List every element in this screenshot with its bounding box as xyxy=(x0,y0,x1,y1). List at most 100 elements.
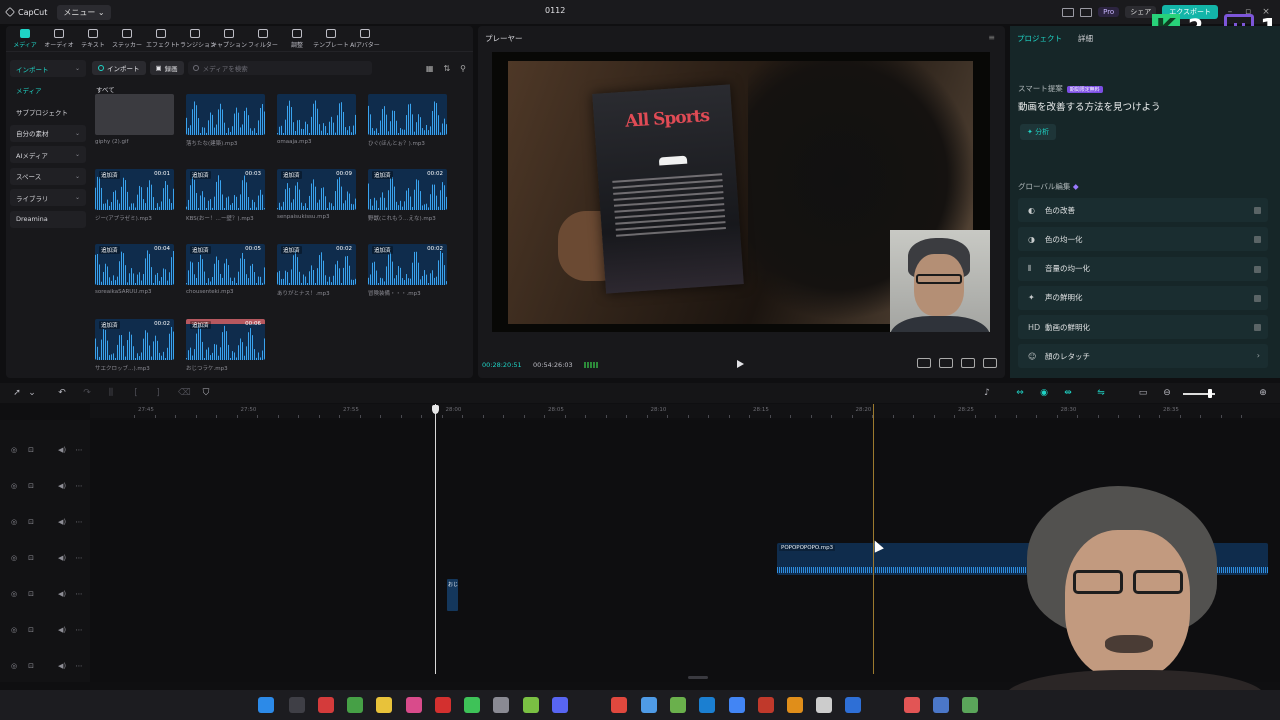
taskbar-app-icon[interactable] xyxy=(962,697,978,713)
media-card[interactable]: 追加済 00:02 冒険装備・・・.mp3 xyxy=(368,244,447,311)
eye-icon[interactable]: ◎ xyxy=(10,446,18,454)
snap-icon[interactable]: ⇋ xyxy=(1096,388,1106,398)
toggle-switch[interactable] xyxy=(1254,324,1261,332)
taskbar-app-icon[interactable] xyxy=(552,697,568,713)
global-edit-item-5[interactable]: ☺ 顔のレタッチ › xyxy=(1018,344,1268,369)
global-edit-item-1[interactable]: ◑ 色の均一化 xyxy=(1018,227,1268,252)
ratio-icon[interactable] xyxy=(961,358,975,368)
shield-icon[interactable]: ⛉ xyxy=(201,388,211,398)
sidebar-item-6[interactable]: ライブラリ ⌄ xyxy=(10,189,86,206)
taskbar-app-icon[interactable] xyxy=(318,697,334,713)
lock-icon[interactable]: ⊡ xyxy=(27,554,35,562)
zoom-out-icon[interactable]: ⊖ xyxy=(1162,388,1172,398)
speaker-icon[interactable]: ◀) xyxy=(58,482,66,490)
tool-tab-6[interactable]: キャプション xyxy=(211,26,247,51)
redo-icon[interactable]: ↷ xyxy=(82,388,92,398)
speaker-icon[interactable]: ◀) xyxy=(58,446,66,454)
global-edit-item-2[interactable]: ⫴ 音量の均一化 xyxy=(1018,256,1268,281)
undo-icon[interactable]: ↶ xyxy=(57,388,67,398)
media-card[interactable]: 落ちたな(建築).mp3 xyxy=(186,94,265,161)
toggle-switch[interactable] xyxy=(1254,294,1261,302)
taskbar-app-icon[interactable] xyxy=(289,697,305,713)
playhead[interactable] xyxy=(435,404,436,674)
aspect-ratio-icon[interactable] xyxy=(917,358,931,368)
taskbar-app-icon[interactable] xyxy=(758,697,774,713)
taskbar-app-icon[interactable] xyxy=(347,697,363,713)
media-card[interactable]: giphy (2).gif xyxy=(95,94,174,161)
speaker-icon[interactable]: ◀) xyxy=(58,554,66,562)
caption-track-icon[interactable]: ▭ xyxy=(1138,388,1148,398)
global-edit-item-0[interactable]: ◐ 色の改善 xyxy=(1018,198,1268,222)
delete-icon[interactable]: ⌫ xyxy=(178,388,191,398)
tool-tab-7[interactable]: フィルター xyxy=(246,26,280,51)
sort-icon[interactable]: ⇅ xyxy=(443,64,450,73)
media-card[interactable]: 追加済 00:04 soreaikaSARUU.mp3 xyxy=(95,244,174,311)
eye-icon[interactable]: ◎ xyxy=(10,482,18,490)
record-button[interactable]: ▣ 録画 xyxy=(149,61,184,75)
media-card[interactable]: 追加済 00:02 野獣(これもう…えな).mp3 xyxy=(368,169,447,236)
taskbar-app-icon[interactable] xyxy=(406,697,422,713)
taskbar-app-icon[interactable] xyxy=(845,697,861,713)
media-card[interactable]: 追加済 00:03 KBS(おー！…ー壁？).mp3 xyxy=(186,169,265,236)
taskbar-app-icon[interactable] xyxy=(258,697,274,713)
analyze-button[interactable]: ✦ 分析 xyxy=(1020,124,1057,140)
global-edit-item-3[interactable]: ✦ 声の鮮明化 xyxy=(1018,285,1268,310)
media-card[interactable]: omaaja.mp3 xyxy=(277,94,356,161)
microphone-icon[interactable]: ♪ xyxy=(982,388,992,398)
snapshot-icon[interactable] xyxy=(939,358,953,368)
media-search-input[interactable]: メディアを検索 xyxy=(187,61,372,75)
fullscreen-icon[interactable] xyxy=(983,358,997,368)
sidebar-item-4[interactable]: AIメディア ⌄ xyxy=(10,146,86,163)
video-preview[interactable]: All Sports xyxy=(492,52,990,332)
media-card[interactable]: 追加済 00:06 おじつラケ.mp3 xyxy=(186,319,265,386)
speaker-icon[interactable]: ◀) xyxy=(58,590,66,598)
tool-tab-8[interactable]: 調整 xyxy=(280,26,314,51)
trim-right-icon[interactable]: ] xyxy=(153,388,163,398)
menu-button[interactable]: メニュー ⌄ xyxy=(57,4,111,20)
sidebar-item-0[interactable]: インポート ⌄ xyxy=(10,60,86,77)
layout-icon[interactable] xyxy=(1062,7,1075,17)
sidebar-item-7[interactable]: Dreamina xyxy=(10,210,86,228)
tab-details[interactable]: 詳細 xyxy=(1078,33,1093,44)
taskbar-app-icon[interactable] xyxy=(933,697,949,713)
split-icon[interactable]: ⫼ xyxy=(106,388,116,398)
lock-icon[interactable]: ⊡ xyxy=(27,518,35,526)
more-icon[interactable]: ⋯ xyxy=(75,554,83,562)
timeline-scrollbar[interactable] xyxy=(688,676,708,679)
toggle-switch[interactable] xyxy=(1254,207,1261,214)
magnet-icon[interactable]: ◉ xyxy=(1039,388,1049,398)
taskbar-app-icon[interactable] xyxy=(376,697,392,713)
speaker-icon[interactable]: ◀) xyxy=(58,626,66,634)
sidebar-item-3[interactable]: 自分の素材 ⌄ xyxy=(10,124,86,142)
sidebar-item-5[interactable]: スペース ⌄ xyxy=(10,167,86,185)
global-edit-item-4[interactable]: HD 動画の鮮明化 xyxy=(1018,315,1268,340)
taskbar-app-icon[interactable] xyxy=(904,697,920,713)
taskbar-app-icon[interactable] xyxy=(729,697,745,713)
speaker-icon[interactable]: ◀) xyxy=(58,662,66,670)
lock-icon[interactable]: ⊡ xyxy=(27,482,35,490)
eye-icon[interactable]: ◎ xyxy=(10,590,18,598)
eye-icon[interactable]: ◎ xyxy=(10,662,18,670)
import-button[interactable]: インポート xyxy=(92,61,146,75)
media-card[interactable]: 追加済 00:09 senpaisukissu.mp3 xyxy=(277,169,356,236)
taskbar-app-icon[interactable] xyxy=(816,697,832,713)
toggle-switch[interactable] xyxy=(1254,265,1261,273)
play-icon[interactable] xyxy=(737,360,744,368)
player-menu-icon[interactable]: ≡ xyxy=(988,33,995,42)
filter-icon[interactable]: ⚲ xyxy=(460,64,466,73)
sidebar-item-2[interactable]: サブプロジェクト xyxy=(10,103,86,120)
speaker-icon[interactable]: ◀) xyxy=(58,518,66,526)
taskbar-app-icon[interactable] xyxy=(493,697,509,713)
taskbar-app-icon[interactable] xyxy=(641,697,657,713)
zoom-in-icon[interactable]: ⊕ xyxy=(1258,388,1268,398)
time-ruler[interactable]: 27:45 27:50 27:55 28:00 28:05 28:10 28:15 28:20… xyxy=(90,404,1280,418)
lock-icon[interactable]: ⊡ xyxy=(27,626,35,634)
media-card[interactable]: 追加済 00:05 chousenteki.mp3 xyxy=(186,244,265,311)
tool-tab-10[interactable]: AIアバター xyxy=(348,26,382,51)
more-icon[interactable]: ⋯ xyxy=(75,446,83,454)
eye-icon[interactable]: ◎ xyxy=(10,518,18,526)
tool-tab-2[interactable]: テキスト xyxy=(76,26,110,51)
media-card[interactable]: ひぐ(ほんとぉ？).mp3 xyxy=(368,94,447,161)
taskbar-app-icon[interactable] xyxy=(523,697,539,713)
lock-icon[interactable]: ⊡ xyxy=(27,590,35,598)
